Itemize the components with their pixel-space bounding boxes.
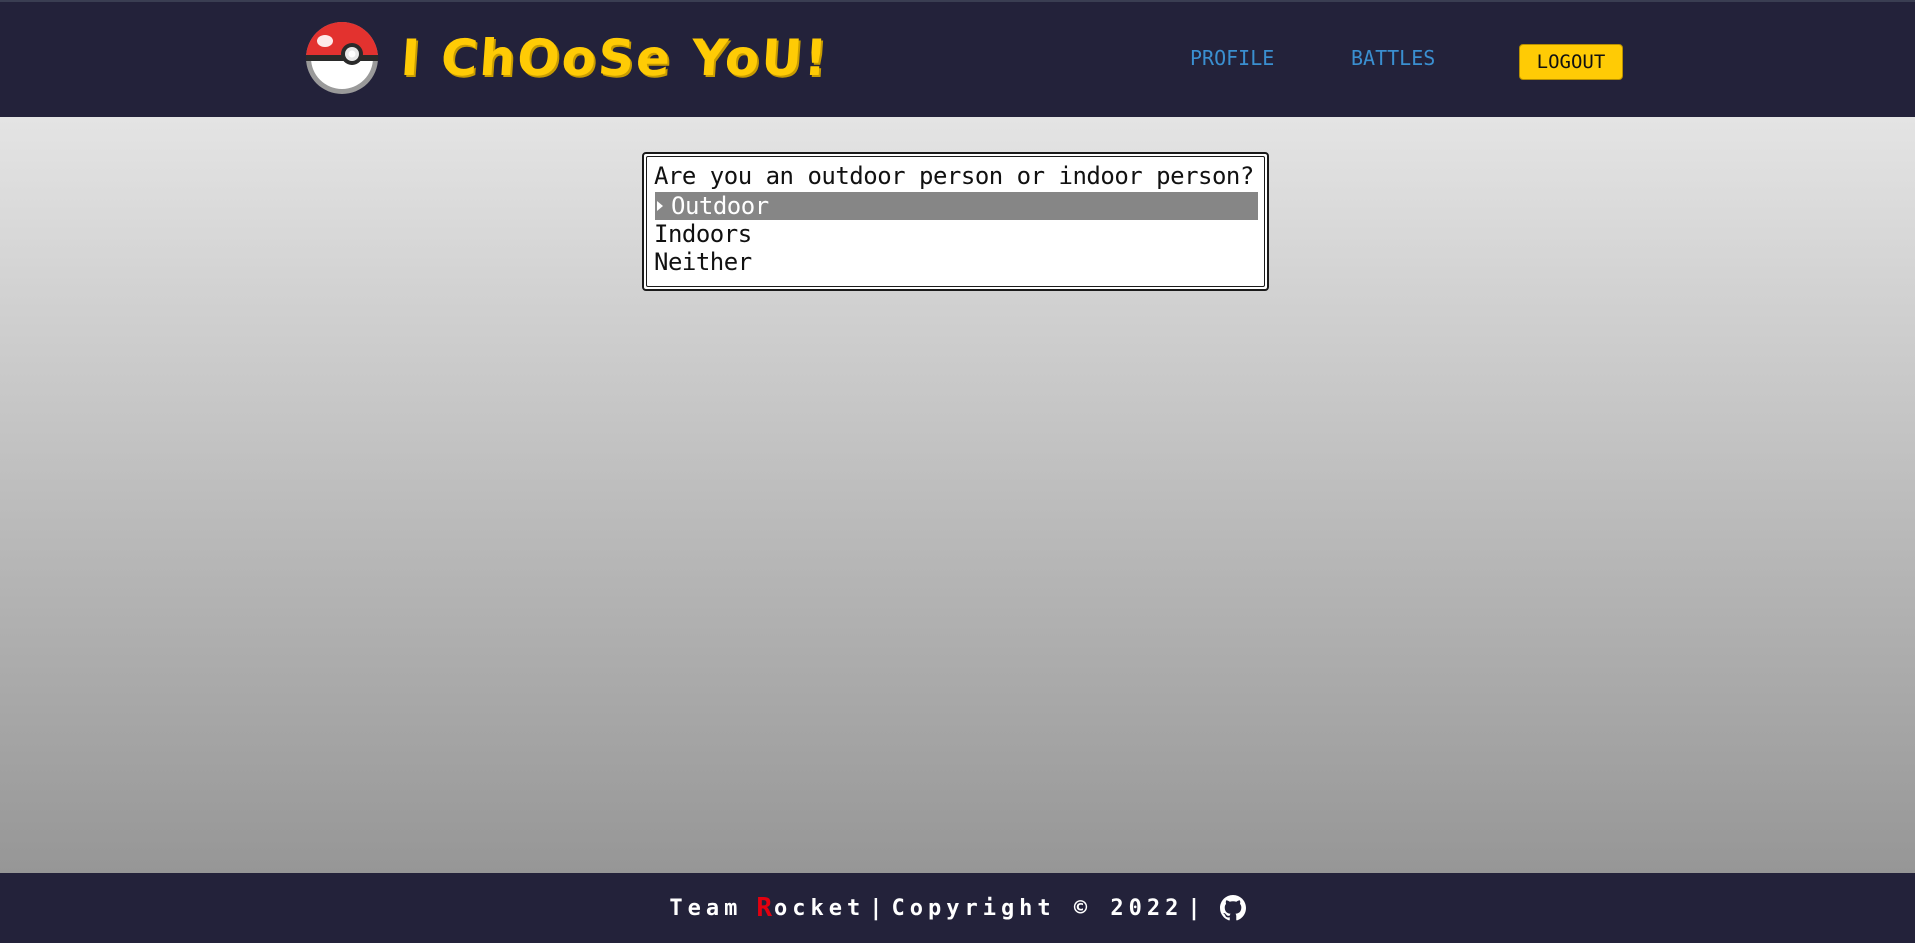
nav-battles-link[interactable]: BATTLES <box>1351 46 1435 70</box>
quiz-question: Are you an outdoor person or indoor pers… <box>654 162 1254 190</box>
quiz-option-outdoor[interactable]: Outdoor <box>655 192 1258 220</box>
quiz-option-neither[interactable]: Neither <box>654 248 752 276</box>
team-initial: R <box>756 893 772 923</box>
nav-profile-link[interactable]: PROFILE <box>1190 46 1274 70</box>
logo[interactable]: I ChOoSe YoU! <box>305 18 831 98</box>
option-label: Indoors <box>654 220 752 248</box>
selection-arrow-icon <box>657 201 663 211</box>
team-name-rest: ocket <box>773 895 866 921</box>
separator: | <box>1187 895 1206 921</box>
top-navbar: I ChOoSe YoU! PROFILE BATTLES LOGOUT <box>0 0 1915 117</box>
pokeball-icon <box>306 22 378 94</box>
copyright-text: Copyright © 2022 <box>891 895 1184 921</box>
github-icon[interactable] <box>1219 895 1246 921</box>
logout-button[interactable]: LOGOUT <box>1519 44 1623 80</box>
separator: | <box>869 895 888 921</box>
site-title: I ChOoSe YoU! <box>398 29 831 87</box>
quiz-dialog: Are you an outdoor person or indoor pers… <box>642 152 1269 291</box>
team-prefix: Team <box>669 895 743 921</box>
option-label: Outdoor <box>671 192 769 220</box>
footer-credits: Team R ocket | Copyright © 2022 | <box>669 893 1246 923</box>
option-label: Neither <box>654 248 752 276</box>
quiz-option-indoors[interactable]: Indoors <box>654 220 752 248</box>
footer: Team R ocket | Copyright © 2022 | <box>0 873 1915 943</box>
